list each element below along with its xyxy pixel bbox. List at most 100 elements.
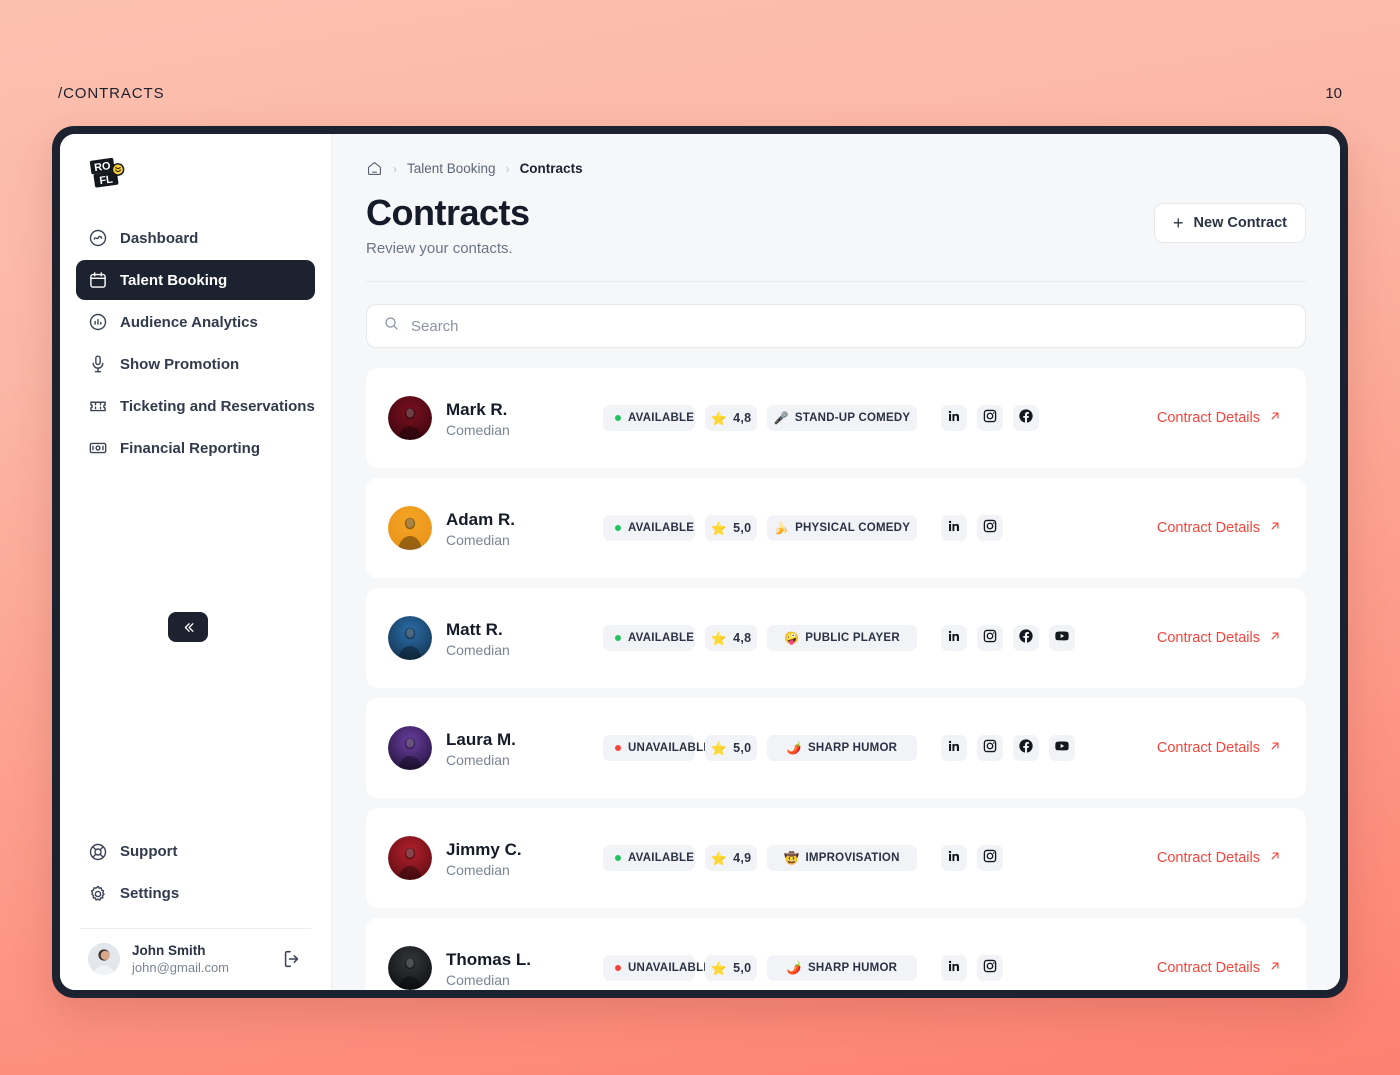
social-link-linkedin[interactable]: [941, 845, 967, 872]
social-links: [941, 405, 1039, 432]
social-link-linkedin[interactable]: [941, 955, 967, 982]
sidebar-item-label: Dashboard: [120, 229, 199, 247]
genre-badge: 🎤 STAND-UP COMEDY: [767, 405, 917, 432]
rating-value: 4,9: [733, 851, 752, 866]
social-link-instagram[interactable]: [977, 405, 1003, 432]
social-link-linkedin[interactable]: [941, 405, 967, 432]
ticket-icon: [88, 396, 108, 416]
social-links: [941, 515, 1003, 542]
contract-details-label: Contract Details: [1156, 520, 1260, 537]
genre-emoji-icon: 🎤: [773, 411, 789, 426]
contact-role: Comedian: [446, 641, 510, 658]
breadcrumb-item-talent-booking[interactable]: Talent Booking: [407, 161, 496, 176]
breadcrumb: › Talent Booking › Contracts: [366, 160, 1306, 177]
status-dot-icon: [615, 745, 621, 752]
arrow-up-right-icon: [1268, 959, 1282, 977]
sidebar-item-label: Talent Booking: [120, 271, 228, 289]
linkedin-icon: [946, 958, 962, 979]
social-link-linkedin[interactable]: [941, 515, 967, 542]
sidebar-item-talent-booking[interactable]: Talent Booking: [76, 260, 315, 300]
contact-name-block: Laura M. Comedian: [446, 729, 516, 768]
rating-value: 4,8: [733, 411, 752, 426]
youtube-icon: [1054, 628, 1070, 649]
contact-row[interactable]: Mark R. Comedian AVAILABLE ⭐ 4,8 🎤 STAND-UP CO…: [366, 368, 1306, 469]
contact-row[interactable]: Laura M. Comedian UNAVAILABLE ⭐ 5,0 🌶️ SHARP H…: [366, 698, 1306, 799]
genre-emoji-icon: 🤠: [784, 851, 800, 866]
genre-label: STAND-UP COMEDY: [794, 412, 911, 425]
contact-name: Jimmy C.: [446, 839, 522, 859]
new-contract-label: New Contract: [1193, 215, 1287, 231]
contact-badges: AVAILABLE ⭐ 4,8 🎤 STAND-UP COMEDY: [603, 405, 917, 432]
social-link-linkedin[interactable]: [941, 735, 967, 762]
social-link-instagram[interactable]: [977, 845, 1003, 872]
social-link-instagram[interactable]: [977, 515, 1003, 542]
sidebar-item-dashboard[interactable]: Dashboard: [76, 218, 315, 258]
contact-row[interactable]: Jimmy C. Comedian AVAILABLE ⭐ 4,9 🤠 IMPROVISAT…: [366, 808, 1306, 909]
social-link-facebook[interactable]: [1013, 405, 1039, 432]
instagram-icon: [982, 518, 998, 539]
social-link-instagram[interactable]: [977, 735, 1003, 762]
home-icon[interactable]: [366, 160, 383, 177]
app-inner: RO FL Dashboard Talent Booking Audience …: [60, 134, 1340, 990]
page-subtitle: Review your contacts.: [366, 240, 513, 258]
avatar: [388, 506, 432, 551]
social-link-facebook[interactable]: [1013, 735, 1039, 762]
app-logo[interactable]: RO FL: [76, 134, 315, 200]
contract-details-link[interactable]: Contract Details: [1157, 959, 1282, 977]
arrow-up-right-icon: [1268, 629, 1282, 647]
sidebar-footer: Support Settings John Smith john@gmail.c…: [76, 814, 315, 990]
svg-text:FL: FL: [99, 173, 114, 187]
rating-badge: ⭐ 4,8: [705, 405, 757, 432]
contact-identity: Thomas L. Comedian: [388, 946, 603, 990]
logout-button[interactable]: [281, 948, 303, 970]
sidebar-item-support[interactable]: Support: [76, 832, 315, 872]
status-label: AVAILABLE: [628, 632, 695, 645]
contact-name-block: Mark R. Comedian: [446, 399, 510, 438]
social-link-facebook[interactable]: [1013, 625, 1039, 652]
contract-details-link[interactable]: Contract Details: [1157, 739, 1282, 757]
social-link-instagram[interactable]: [977, 625, 1003, 652]
social-links: [941, 625, 1075, 652]
contact-identity: Mark R. Comedian: [388, 396, 603, 441]
contact-name: Laura M.: [446, 729, 516, 749]
arrow-up-right-icon: [1268, 519, 1282, 537]
contract-details-label: Contract Details: [1156, 850, 1260, 867]
contract-details-link[interactable]: Contract Details: [1157, 519, 1282, 537]
social-links: [941, 845, 1003, 872]
activity-circle-icon: [88, 228, 108, 248]
contact-row[interactable]: Thomas L. Comedian UNAVAILABLE ⭐ 5,0 🌶️ SHARP …: [366, 918, 1306, 990]
contract-details-link[interactable]: Contract Details: [1157, 409, 1282, 427]
sidebar-item-financial-reporting[interactable]: Financial Reporting: [76, 428, 315, 468]
sidebar-item-audience-analytics[interactable]: Audience Analytics: [76, 302, 315, 342]
social-link-youtube[interactable]: [1049, 735, 1075, 762]
social-link-linkedin[interactable]: [941, 625, 967, 652]
contact-row[interactable]: Adam R. Comedian AVAILABLE ⭐ 5,0 🍌 PHYSICAL CO…: [366, 478, 1306, 579]
contract-details-link[interactable]: Contract Details: [1157, 629, 1282, 647]
star-icon: ⭐: [710, 410, 728, 426]
contract-details-link[interactable]: Contract Details: [1157, 849, 1282, 867]
search-input[interactable]: [411, 317, 1289, 335]
new-contract-button[interactable]: + New Contract: [1154, 203, 1306, 243]
social-link-youtube[interactable]: [1049, 625, 1075, 652]
genre-badge: 🤪 PUBLIC PLAYER: [767, 625, 917, 652]
social-link-instagram[interactable]: [977, 955, 1003, 982]
star-icon: ⭐: [710, 630, 728, 646]
rating-badge: ⭐ 4,8: [705, 625, 757, 652]
rating-value: 4,8: [733, 631, 752, 646]
linkedin-icon: [946, 628, 962, 649]
contract-details-label: Contract Details: [1156, 410, 1260, 427]
header-divider: [366, 281, 1306, 283]
sidebar-item-ticketing-and-reservations[interactable]: Ticketing and Reservations: [76, 386, 315, 426]
search-bar[interactable]: [366, 304, 1306, 349]
contact-row[interactable]: Matt R. Comedian AVAILABLE ⭐ 4,8 🤪 PUBLIC PLAY…: [366, 588, 1306, 689]
breadcrumb-separator: ›: [505, 161, 510, 176]
calendar-icon: [88, 270, 108, 290]
sidebar-collapse-button[interactable]: [168, 612, 208, 642]
avatar: [388, 396, 432, 441]
sidebar-item-settings[interactable]: Settings: [76, 874, 315, 914]
status-dot-icon: [615, 965, 621, 972]
sidebar-user-row[interactable]: John Smith john@gmail.com: [76, 929, 315, 976]
sidebar-item-show-promotion[interactable]: Show Promotion: [76, 344, 315, 384]
arrow-up-right-icon: [1268, 849, 1282, 867]
avatar: [88, 943, 120, 976]
